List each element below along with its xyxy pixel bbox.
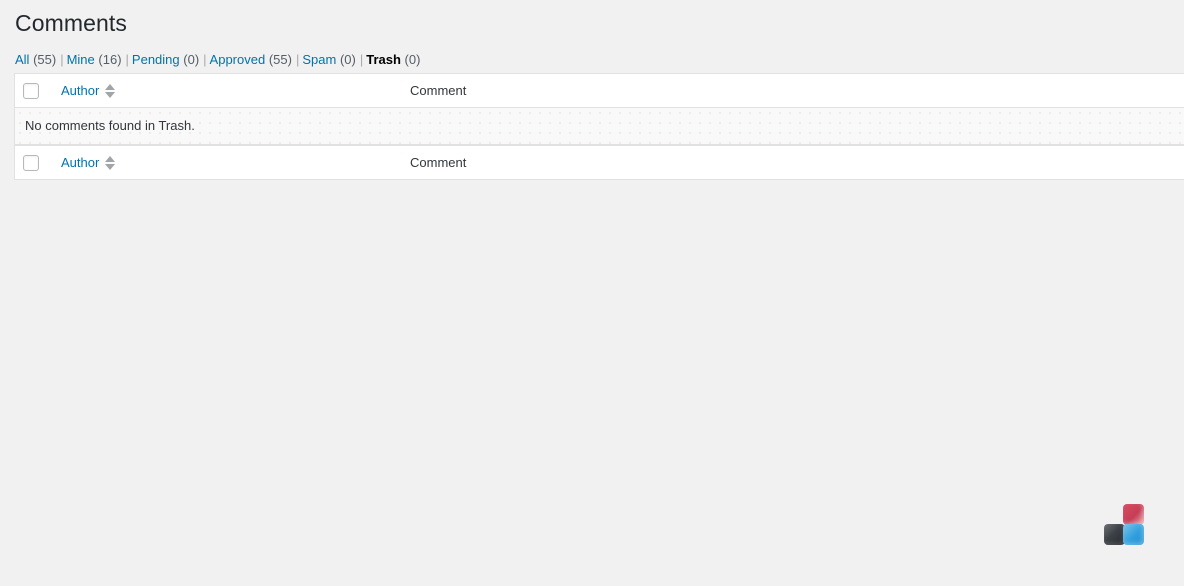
view-filter-spam[interactable]: Spam (0) | <box>302 52 366 67</box>
view-filter-all-count: (55) <box>33 52 57 67</box>
column-header-comment-label: Comment <box>410 82 467 98</box>
view-filter-spam-link[interactable]: Spam <box>302 52 336 67</box>
sort-author-link-bottom[interactable]: Author <box>61 154 116 172</box>
view-filter-trash-count: (0) <box>404 52 421 67</box>
view-filter-trash-link[interactable]: Trash <box>366 52 401 67</box>
view-filter-approved-link[interactable]: Approved <box>210 52 266 67</box>
page-title: Comments <box>15 10 127 36</box>
sort-indicator-icon <box>105 83 116 99</box>
table-footer-comment-cell: Comment <box>401 154 1184 172</box>
table-footer-author-cell: Author <box>51 154 401 172</box>
column-header-author-label: Author <box>61 82 100 98</box>
view-filter-pending-label: Pending <box>131 52 180 67</box>
view-separator: | <box>359 52 364 67</box>
view-filter-spam-label: Spam <box>302 52 337 67</box>
view-filter-pending-link[interactable]: Pending <box>132 52 180 67</box>
blue-tile-icon[interactable] <box>1123 524 1144 545</box>
view-filter-mine-count: (16) <box>98 52 122 67</box>
view-filter-list: All (55) | Mine (16) | Pending (0) | Approved … <box>0 50 1184 70</box>
column-footer-comment-label: Comment <box>410 154 467 170</box>
view-separator: | <box>295 52 300 67</box>
view-filter-pending-count: (0) <box>183 52 200 67</box>
view-filter-all-label: All <box>15 52 30 67</box>
view-filter-mine[interactable]: Mine (16) | <box>67 52 132 67</box>
view-separator: | <box>125 52 129 67</box>
sort-indicator-icon <box>105 155 116 171</box>
view-filter-approved-count: (55) <box>268 52 292 67</box>
select-all-checkbox-bottom[interactable] <box>23 154 39 171</box>
pink-tile-icon[interactable] <box>1123 504 1144 525</box>
view-filter-trash-label: Trash <box>366 52 401 67</box>
table-header-comment-cell: Comment <box>401 82 1184 100</box>
view-filter-approved-label: Approved <box>209 52 266 67</box>
table-header-row: Author Comment <box>15 74 1184 108</box>
view-filter-pending[interactable]: Pending (0) | <box>132 52 210 67</box>
table-footer-checkbox-cell <box>15 154 51 171</box>
dark-tile-icon[interactable] <box>1104 524 1125 545</box>
no-items-message: No comments found in Trash. <box>25 118 195 134</box>
view-separator: | <box>60 52 64 67</box>
comments-list-table: Author Comment No comments found in Tras… <box>14 73 1184 180</box>
sort-author-link-top[interactable]: Author <box>61 82 116 100</box>
table-footer-row: Author Comment <box>15 145 1184 179</box>
view-filter-spam-count: (0) <box>339 52 356 67</box>
column-footer-author-label: Author <box>61 154 100 170</box>
view-separator: | <box>203 52 207 67</box>
select-all-checkbox-top[interactable] <box>23 82 39 99</box>
view-filter-mine-link[interactable]: Mine <box>67 52 95 67</box>
table-no-items-row: No comments found in Trash. <box>15 108 1184 145</box>
view-filter-approved[interactable]: Approved (55) | <box>210 52 303 67</box>
view-filter-mine-label: Mine <box>66 52 95 67</box>
table-header-author-cell: Author <box>51 82 401 100</box>
view-filter-trash[interactable]: Trash (0) <box>366 52 420 67</box>
view-filter-all[interactable]: All (55) | <box>15 52 67 67</box>
icon-cluster[interactable] <box>1104 504 1150 548</box>
view-filter-all-link[interactable]: All <box>15 52 29 67</box>
table-header-checkbox-cell <box>15 82 51 99</box>
